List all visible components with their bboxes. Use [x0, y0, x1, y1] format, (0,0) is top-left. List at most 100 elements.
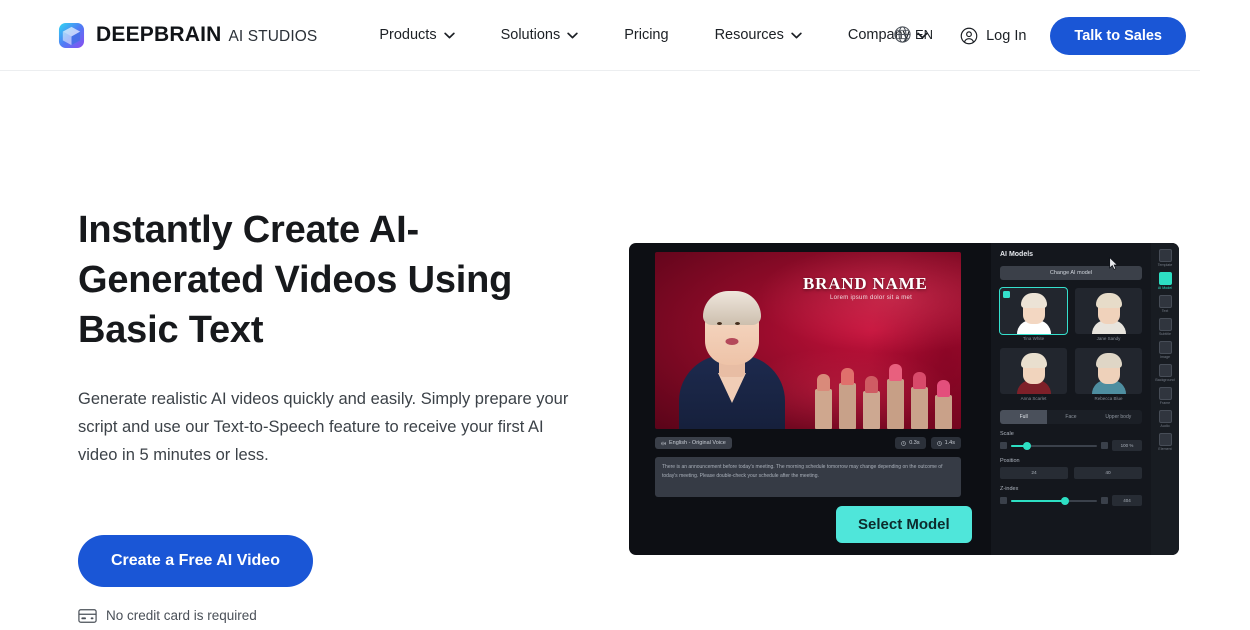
text-icon	[1158, 295, 1172, 308]
rail-item-text[interactable]: Text	[1151, 295, 1179, 313]
globe-icon	[894, 26, 911, 43]
subtitle-icon	[1158, 318, 1172, 331]
product-screenshot: BRAND NAME Lorem ipsum dolor sit a met E…	[629, 243, 1179, 555]
background-icon	[1158, 364, 1172, 377]
rail-item-ai-model[interactable]: AI Model	[1151, 272, 1179, 290]
image-icon	[1158, 341, 1172, 354]
language-selector[interactable]: EN	[893, 25, 933, 44]
scale-label: Scale	[1000, 431, 1014, 437]
credit-card-icon	[78, 608, 97, 623]
rail-label: AI Model	[1157, 286, 1173, 290]
page-title: Instantly Create AI-Generated Videos Usi…	[78, 209, 513, 351]
model-card[interactable]: Tina White	[999, 287, 1068, 341]
rail-label: Frame	[1159, 401, 1171, 405]
duration-chip[interactable]: 0.3s	[895, 437, 926, 449]
primary-nav: Products Solutions Pricing Resources Com…	[379, 19, 928, 51]
rail-item-template[interactable]: Template	[1151, 249, 1179, 267]
zindex-slider[interactable]	[1011, 496, 1097, 505]
clock-icon	[901, 440, 906, 446]
position-control: Position 24 40	[1000, 458, 1142, 479]
brand-name: DEEPBRAIN	[96, 23, 222, 46]
position-y-field[interactable]: 40	[1074, 467, 1142, 479]
select-model-button[interactable]: Select Model	[836, 506, 972, 543]
video-preview[interactable]: BRAND NAME Lorem ipsum dolor sit a met	[655, 252, 961, 429]
login-label: Log In	[986, 27, 1027, 44]
lipstick-products	[809, 357, 959, 429]
scale-control: Scale 100 %	[1000, 431, 1142, 451]
script-textarea[interactable]: There is an announcement before today's …	[655, 457, 961, 497]
rail-item-element[interactable]: Element	[1151, 433, 1179, 451]
zindex-value[interactable]: 404	[1112, 495, 1142, 506]
chevron-down-icon	[567, 32, 578, 38]
login-button[interactable]: Log In	[960, 27, 1026, 45]
tab-upper-body[interactable]: Upper body	[1095, 410, 1142, 424]
lock-ratio-icon[interactable]	[1101, 442, 1108, 449]
rail-item-audio[interactable]: Audio	[1151, 410, 1179, 428]
scale-value[interactable]: 100 %	[1112, 440, 1142, 451]
rail-label: Background	[1155, 378, 1175, 382]
frame-icon	[1158, 387, 1172, 400]
model-card[interactable]: Rebecca Blue	[1075, 348, 1142, 401]
create-free-ai-video-button[interactable]: Create a Free AI Video	[78, 535, 313, 587]
nav-item-solutions[interactable]: Solutions	[501, 19, 579, 51]
tab-face[interactable]: Face	[1047, 410, 1094, 424]
chevron-down-icon	[443, 32, 455, 38]
model-name: Anna Scarlet	[1020, 396, 1047, 401]
position-x-field[interactable]: 24	[1000, 467, 1068, 479]
audio-icon	[1158, 410, 1172, 423]
nav-item-pricing[interactable]: Pricing	[624, 19, 668, 51]
user-circle-icon	[960, 27, 978, 44]
language-label: EN	[915, 27, 934, 42]
model-name: Rebecca Blue	[1094, 396, 1123, 401]
rail-label: Audio	[1160, 424, 1170, 428]
no-credit-card-label: No credit card is required	[106, 608, 257, 623]
voice-chip[interactable]: English - Original Voice	[655, 437, 732, 449]
nav-label-products: Products	[379, 27, 437, 43]
rail-label: Image	[1160, 355, 1170, 359]
size-tabs: Full Face Upper body	[1000, 410, 1142, 424]
model-card[interactable]: Jane Sandy	[1075, 288, 1142, 341]
nav-item-products[interactable]: Products	[379, 19, 455, 51]
brand-logo[interactable]: DEEPBRAIN AI STUDIOS	[58, 22, 317, 49]
zindex-icon	[1000, 497, 1007, 504]
nav-item-resources[interactable]: Resources	[715, 19, 802, 51]
panel-title: AI Models	[1000, 251, 1034, 258]
hero-copy: Instantly Create AI-Generated Videos Usi…	[78, 205, 598, 623]
total-chip-label: 1.4s	[944, 440, 955, 446]
selected-check-icon	[1003, 291, 1010, 298]
change-ai-model-button[interactable]: Change AI model	[1000, 266, 1142, 280]
nav-label-solutions: Solutions	[500, 27, 561, 43]
scale-slider[interactable]	[1011, 441, 1097, 450]
rail-label: Element	[1158, 447, 1172, 451]
site-header: DEEPBRAIN AI STUDIOS Products Solutions …	[0, 0, 1200, 71]
zindex-control: Z-index 404	[1000, 486, 1142, 506]
zindex-label: Z-index	[1000, 486, 1019, 492]
editor-tool-rail: Template AI Model Text Subtitle Image Ba…	[1151, 243, 1179, 555]
nav-label-pricing: Pricing	[624, 27, 669, 43]
ai-presenter-avatar	[673, 269, 791, 429]
hero-subtitle: Generate realistic AI videos quickly and…	[78, 390, 569, 464]
element-icon	[1158, 433, 1172, 446]
rail-item-frame[interactable]: Frame	[1151, 387, 1179, 405]
deepbrain-cube-logo-icon	[58, 22, 85, 48]
voice-chip-label: English - Original Voice	[669, 440, 726, 446]
rail-label: Subtitle	[1159, 332, 1171, 336]
ai-models-panel: AI Models Change AI model Tina White Jan…	[991, 243, 1151, 555]
zindex-lock-icon[interactable]	[1101, 497, 1108, 504]
position-label: Position	[1000, 458, 1020, 464]
model-name: Jane Sandy	[1096, 336, 1121, 341]
rail-item-subtitle[interactable]: Subtitle	[1151, 318, 1179, 336]
rail-item-background[interactable]: Background	[1151, 364, 1179, 382]
chevron-down-icon	[791, 32, 802, 38]
rail-item-image[interactable]: Image	[1151, 341, 1179, 359]
header-actions: Log In Talk to Sales	[960, 0, 1186, 71]
total-duration-chip[interactable]: 1.4s	[930, 437, 961, 449]
no-credit-card-note: No credit card is required	[78, 608, 598, 623]
ai-model-icon	[1158, 272, 1172, 285]
talk-to-sales-button[interactable]: Talk to Sales	[1050, 16, 1186, 55]
model-card[interactable]: Anna Scarlet	[1000, 348, 1067, 401]
sound-wave-icon	[661, 441, 666, 445]
video-brand-title: BRAND NAME	[803, 274, 928, 293]
rail-label: Text	[1161, 309, 1169, 313]
tab-full[interactable]: Full	[1000, 410, 1048, 424]
